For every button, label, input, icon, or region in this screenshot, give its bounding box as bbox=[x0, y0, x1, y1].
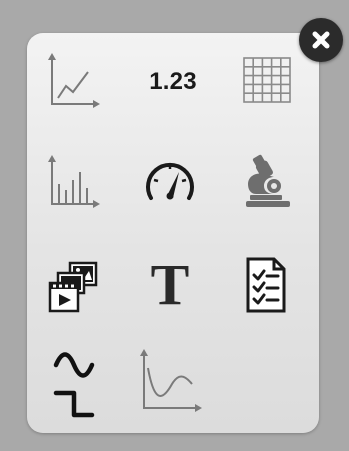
microscope-icon bbox=[246, 154, 290, 207]
table-widget[interactable] bbox=[228, 44, 304, 120]
microscope-widget[interactable] bbox=[228, 144, 304, 220]
curve-plot-icon bbox=[140, 349, 202, 412]
widget-picker-screen: 1.23 T bbox=[0, 0, 349, 451]
widget-palette-panel: 1.23 T bbox=[27, 33, 319, 433]
bar-chart-icon bbox=[48, 155, 100, 208]
gauge-widget[interactable] bbox=[132, 144, 208, 220]
signal-waveform-widget[interactable] bbox=[36, 347, 112, 423]
curve-plot-widget[interactable] bbox=[132, 344, 208, 420]
checklist-widget[interactable] bbox=[228, 247, 304, 323]
text-icon: T bbox=[150, 252, 190, 317]
gauge-icon bbox=[146, 162, 194, 200]
checklist-document-icon bbox=[246, 257, 286, 313]
line-chart-icon bbox=[48, 53, 100, 108]
text-widget[interactable]: T bbox=[132, 247, 208, 323]
media-gallery-icon bbox=[48, 261, 98, 313]
media-gallery-widget[interactable] bbox=[36, 247, 112, 323]
signal-waveform-icon bbox=[53, 352, 95, 418]
number-display-icon: 1.23 bbox=[149, 68, 197, 95]
table-grid-icon bbox=[243, 57, 291, 103]
close-button[interactable] bbox=[299, 18, 343, 62]
close-icon bbox=[312, 31, 330, 49]
line-chart-widget[interactable] bbox=[36, 44, 112, 120]
bar-chart-widget[interactable] bbox=[36, 144, 112, 220]
number-display-widget[interactable]: 1.23 bbox=[135, 44, 211, 120]
